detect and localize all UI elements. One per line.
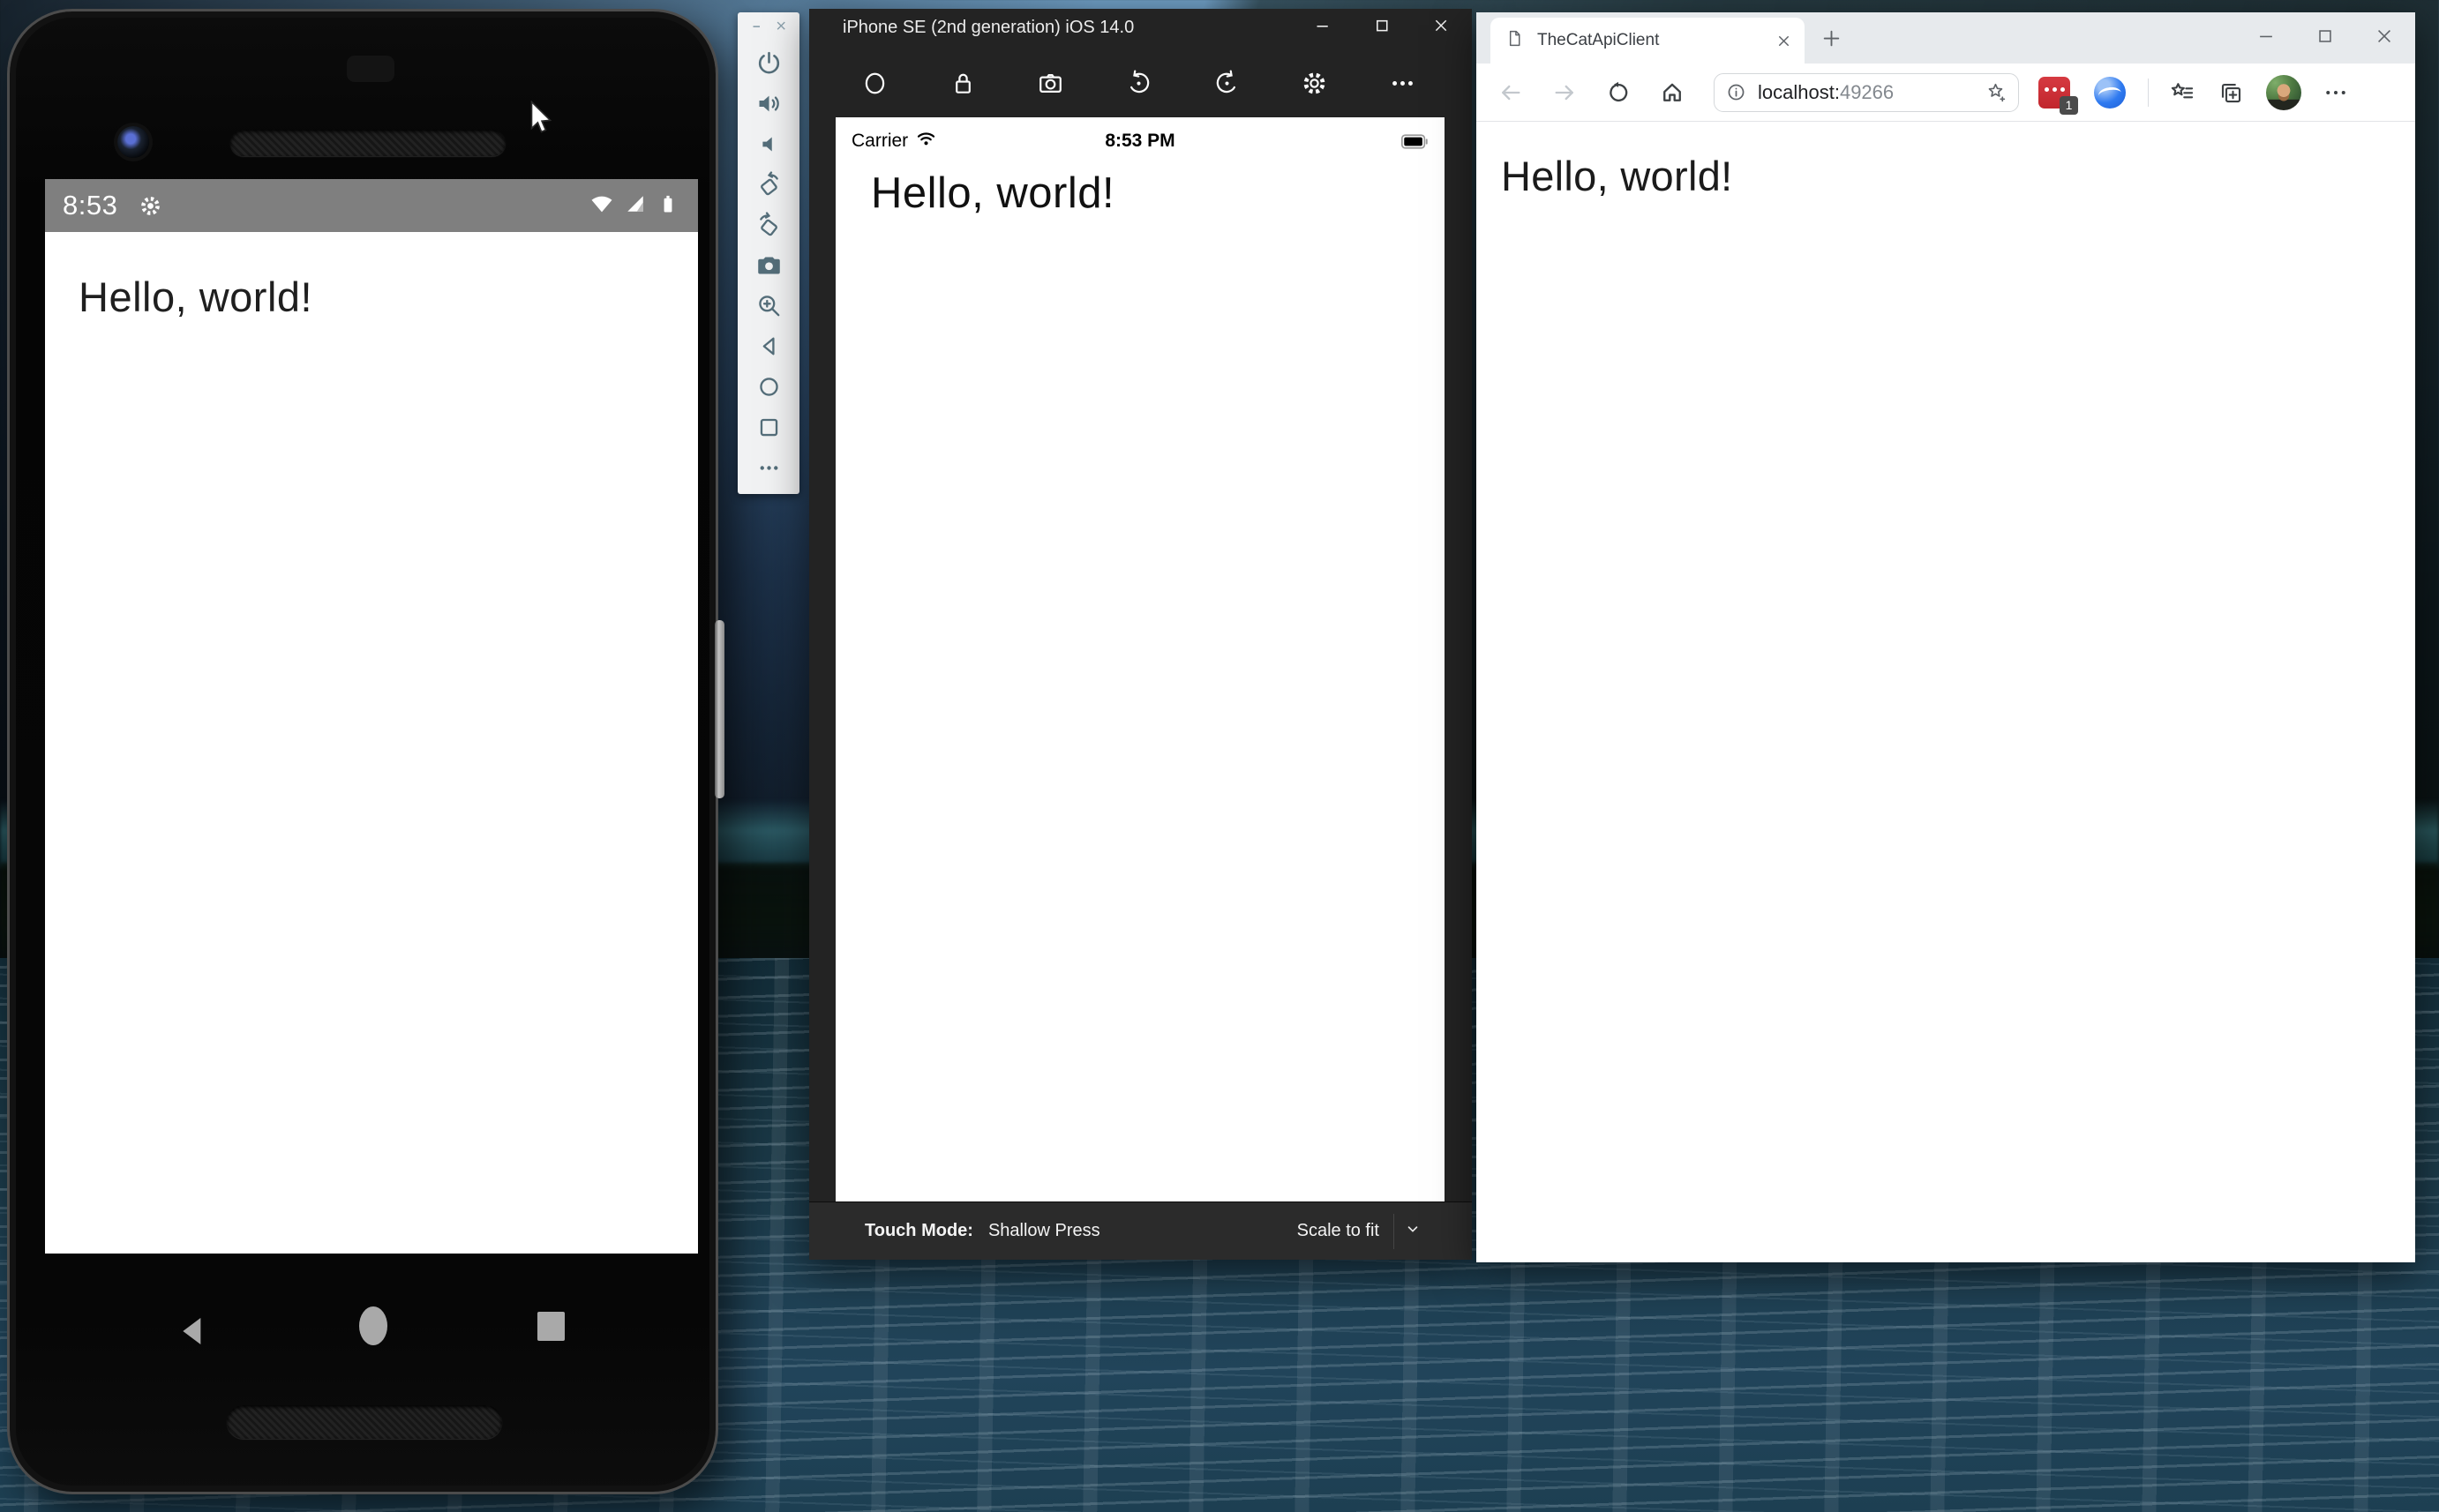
- touch-mode-value: Shallow Press: [988, 1221, 1100, 1241]
- url-port: 49266: [1840, 81, 1894, 103]
- favorites-bar-icon[interactable]: [2169, 79, 2195, 106]
- back-icon[interactable]: [755, 333, 783, 360]
- minimize-icon[interactable]: [1314, 16, 1332, 39]
- screenshot-camera-icon[interactable]: [755, 251, 783, 279]
- power-icon[interactable]: [755, 49, 783, 77]
- browser-tab[interactable]: TheCatApiClient: [1490, 18, 1805, 64]
- wifi-icon: [915, 128, 937, 154]
- volume-up-icon[interactable]: [755, 90, 783, 117]
- ios-status-bar: Carrier 8:53 PM: [836, 117, 1445, 154]
- android-status-bar: 8:53: [45, 179, 698, 232]
- collections-icon[interactable]: [2218, 79, 2244, 106]
- maximize-icon[interactable]: [2315, 26, 2335, 50]
- tab-title: TheCatApiClient: [1537, 31, 1775, 50]
- android-overview-button[interactable]: [537, 1312, 565, 1341]
- phone-bottom-speaker: [227, 1405, 502, 1439]
- address-bar[interactable]: localhost:49266: [1714, 73, 2019, 112]
- back-icon[interactable]: [1498, 80, 1523, 105]
- rotate-left-icon[interactable]: [1124, 69, 1153, 102]
- screenshot-camera-icon[interactable]: [1036, 69, 1065, 102]
- lock-icon[interactable]: [949, 69, 978, 102]
- touch-mode-label: Touch Mode:: [865, 1221, 973, 1241]
- close-icon[interactable]: [1432, 16, 1451, 39]
- browser-hello-text: Hello, world!: [1476, 122, 2415, 200]
- phone-earpiece-speaker: [230, 130, 506, 156]
- favorite-star-icon[interactable]: [1985, 81, 2007, 103]
- android-back-button[interactable]: [176, 1310, 211, 1357]
- volume-down-icon[interactable]: [755, 131, 783, 158]
- ios-window-title: iPhone SE (2nd generation) iOS 14.0: [843, 18, 1134, 38]
- home-icon[interactable]: [860, 69, 889, 102]
- refresh-icon[interactable]: [1606, 80, 1631, 105]
- tab-close-icon[interactable]: [1775, 33, 1792, 49]
- settings-gear-icon[interactable]: [1300, 69, 1329, 102]
- more-icon[interactable]: [1388, 69, 1417, 102]
- emulator-toolbar: [738, 12, 799, 494]
- phone-sensor: [347, 56, 394, 82]
- desktop: 8:53: [0, 0, 2439, 1512]
- android-screen: 8:53: [45, 179, 698, 1254]
- ios-titlebar[interactable]: iPhone SE (2nd generation) iOS 14.0: [809, 9, 1472, 46]
- rotate-left-icon[interactable]: [755, 171, 783, 198]
- extension-password-manager-icon[interactable]: 1: [2038, 77, 2070, 109]
- browser-toolbar: localhost:49266 1: [1476, 64, 2415, 122]
- rotate-right-icon[interactable]: [1212, 69, 1242, 102]
- android-emulator-window: 8:53: [7, 9, 718, 1494]
- profile-avatar[interactable]: [2266, 75, 2301, 110]
- scale-mode-dropdown[interactable]: Scale to fit: [1297, 1214, 1421, 1249]
- cell-signal-icon: [623, 191, 648, 221]
- page-document-icon: [1505, 29, 1524, 52]
- android-clock: 8:53: [63, 190, 117, 221]
- battery-icon: [656, 191, 680, 221]
- home-icon[interactable]: [1660, 80, 1685, 105]
- home-icon[interactable]: [755, 373, 783, 400]
- new-tab-button[interactable]: [1820, 27, 1842, 49]
- divider: [1393, 1214, 1394, 1249]
- ios-simulator-window: iPhone SE (2nd generation) iOS 14.0: [809, 9, 1472, 1260]
- android-app-content: Hello, world!: [45, 232, 698, 1254]
- settings-menu-icon[interactable]: [2323, 79, 2349, 106]
- minimize-icon[interactable]: [751, 19, 764, 37]
- scale-mode-value: Scale to fit: [1297, 1221, 1379, 1241]
- ios-hello-text: Hello, world!: [836, 154, 1445, 218]
- url-text[interactable]: localhost:49266: [1758, 81, 1985, 104]
- close-icon[interactable]: [2375, 26, 2394, 50]
- settings-gear-icon: [139, 194, 162, 218]
- zoom-icon[interactable]: [755, 292, 783, 319]
- minimize-icon[interactable]: [2256, 26, 2276, 50]
- maximize-icon[interactable]: [1373, 16, 1392, 39]
- rotate-right-icon[interactable]: [755, 212, 783, 239]
- site-info-icon[interactable]: [1726, 82, 1746, 102]
- forward-icon[interactable]: [1552, 80, 1577, 105]
- phone-power-button: [715, 620, 724, 798]
- ios-simulator-footer: Touch Mode: Shallow Press Scale to fit: [809, 1201, 1472, 1260]
- wifi-icon: [589, 191, 615, 221]
- ios-screen: Carrier 8:53 PM Hello, world!: [836, 117, 1445, 1201]
- ios-simulator-toolbar: [860, 51, 1417, 120]
- chevron-down-icon: [1405, 1221, 1421, 1242]
- browser-tabstrip: TheCatApiClient: [1476, 12, 2415, 64]
- overview-icon[interactable]: [755, 414, 783, 441]
- battery-icon: [1400, 131, 1430, 153]
- more-icon[interactable]: [755, 454, 783, 482]
- ios-carrier-label: Carrier: [852, 131, 908, 152]
- divider: [2148, 79, 2149, 107]
- phone-front-camera: [117, 126, 149, 158]
- extension-badge: 1: [2060, 96, 2078, 115]
- extension-browsing-protection-icon[interactable]: [2094, 77, 2126, 109]
- android-home-button[interactable]: [359, 1306, 387, 1345]
- close-icon[interactable]: [775, 19, 788, 37]
- browser-window: TheCatApiClient: [1476, 12, 2415, 1262]
- url-host: localhost:: [1758, 81, 1840, 103]
- browser-page-content: Hello, world!: [1476, 122, 2415, 1262]
- android-hello-text: Hello, world!: [45, 232, 698, 321]
